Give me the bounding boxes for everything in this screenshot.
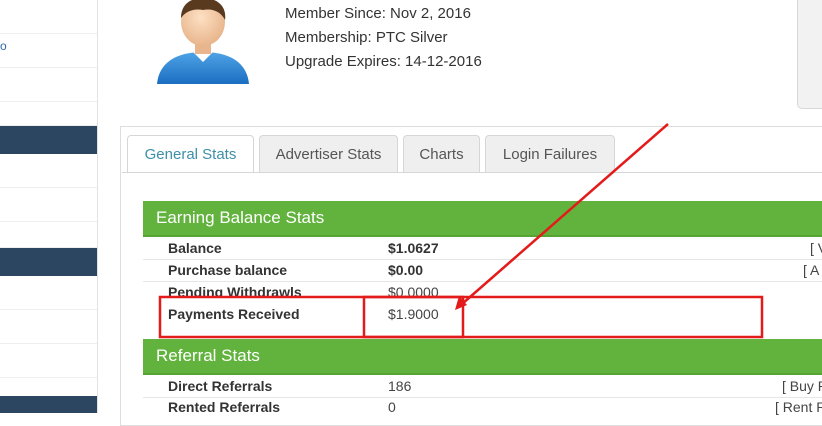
pending-withdrawls-value: $0.0000 [388,284,439,298]
purchase-balance-action-link[interactable]: [ A [803,262,819,278]
direct-referrals-value: 186 [388,378,412,394]
avatar [157,0,249,84]
balance-value: $1.0627 [388,240,439,256]
sidebar: o [0,0,98,413]
earning-balance-header: Earning Balance Stats [143,201,822,237]
balance-action-link[interactable]: [ V [810,240,822,256]
member-since: Member Since: Nov 2, 2016 [285,5,471,22]
sidebar-item[interactable] [0,276,97,310]
tab-charts[interactable]: Charts [403,135,480,172]
payments-received-value: $1.9000 [388,306,439,322]
sidebar-item[interactable] [0,310,97,344]
sidebar-item[interactable] [0,214,97,248]
tab-general-stats[interactable]: General Stats [127,135,254,173]
sidebar-item[interactable] [0,92,97,126]
direct-referrals-label: Direct Referrals [168,378,273,394]
tab-divider [122,172,822,173]
referral-stats-header: Referral Stats [143,339,822,375]
row-divider [143,397,822,398]
membership: Membership: PTC Silver [285,29,448,46]
pending-withdrawls-label: Pending Withdrawls [168,284,302,298]
sidebar-section-header [0,248,97,276]
purchase-balance-value: $0.00 [388,262,424,278]
sidebar-section-header [0,396,97,413]
sidebar-partial-glyph: o [0,39,7,53]
purchase-balance-label: Purchase balance [168,262,288,278]
sidebar-section-header [0,126,97,154]
sidebar-item[interactable] [0,344,97,378]
balance-label: Balance [168,240,222,256]
sidebar-item[interactable] [0,154,97,188]
row-divider [143,281,822,282]
upgrade-expires: Upgrade Expires: 14-12-2016 [285,53,482,70]
sidebar-item[interactable] [0,0,97,34]
buy-referrals-link[interactable]: [ Buy R [782,378,822,394]
payments-received-label: Payments Received [168,306,300,322]
sidebar-item[interactable] [0,34,97,68]
tab-login-failures[interactable]: Login Failures [485,135,615,172]
row-divider [143,259,822,260]
tab-advertiser-stats[interactable]: Advertiser Stats [259,135,398,172]
side-panel-box [797,0,822,109]
